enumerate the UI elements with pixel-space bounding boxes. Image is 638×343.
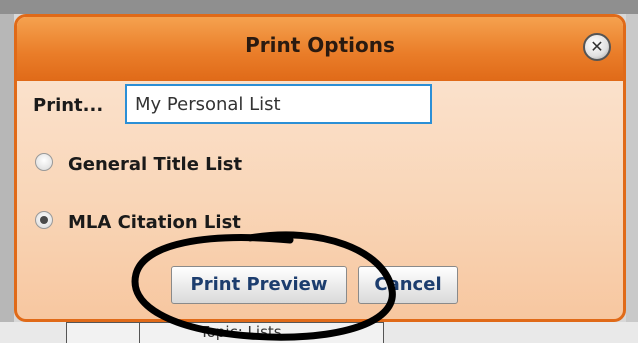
- radio-general-title-list[interactable]: [35, 153, 53, 171]
- background-table-cell: [66, 322, 140, 343]
- cancel-button[interactable]: Cancel: [358, 266, 458, 304]
- print-options-dialog: Print Options ✕ Print... General Title L…: [14, 14, 626, 322]
- dialog-titlebar: Print Options ✕: [17, 17, 623, 81]
- print-preview-button[interactable]: Print Preview: [171, 266, 347, 304]
- background-table-cell-topic: Topic: Lists: [139, 322, 384, 343]
- list-name-input[interactable]: [125, 84, 432, 124]
- background-page-bar: [0, 0, 638, 14]
- background-page-left: [0, 14, 14, 343]
- background-page-right: [626, 14, 638, 343]
- radio-label-general-title-list[interactable]: General Title List: [68, 154, 242, 175]
- background-topic-text: Topic: Lists: [200, 323, 282, 341]
- close-icon[interactable]: ✕: [583, 33, 611, 61]
- dialog-title: Print Options: [245, 33, 395, 57]
- radio-label-mla-citation-list[interactable]: MLA Citation List: [68, 212, 241, 233]
- radio-mla-citation-list[interactable]: [35, 211, 53, 229]
- print-label: Print...: [33, 95, 104, 116]
